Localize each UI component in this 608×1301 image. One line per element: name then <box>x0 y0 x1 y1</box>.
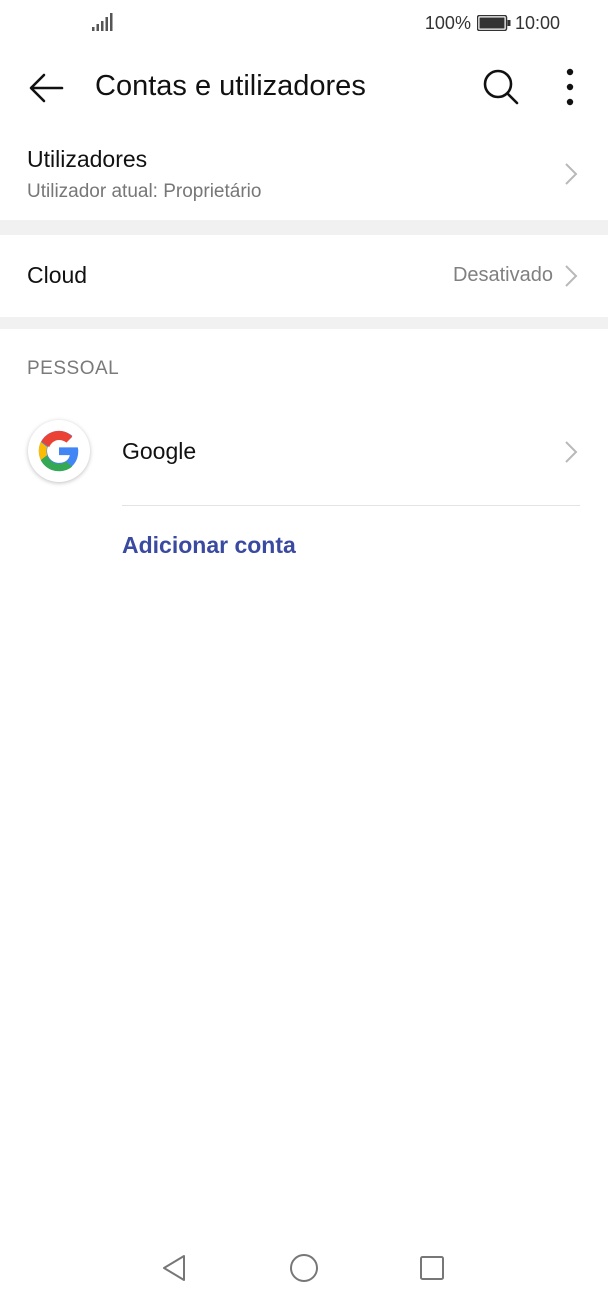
system-nav-bar <box>0 1230 608 1301</box>
section-divider <box>0 220 608 235</box>
chevron-right-icon <box>565 441 578 463</box>
users-row-subtitle: Utilizador atual: Proprietário <box>27 181 262 202</box>
cloud-row-value: Desativado <box>452 264 553 286</box>
status-bar: 100% 10:00 <box>0 0 608 46</box>
more-options-button[interactable] <box>552 64 588 110</box>
search-button[interactable] <box>478 64 524 110</box>
chevron-right-icon <box>565 265 578 287</box>
cloud-row[interactable]: Cloud Desativado <box>0 235 608 317</box>
home-circle-icon <box>290 1254 318 1282</box>
nav-recents-button[interactable] <box>412 1248 452 1288</box>
clock: 10:00 <box>514 12 560 33</box>
back-button[interactable] <box>22 66 70 110</box>
status-right: 100% 10:00 <box>425 12 560 34</box>
back-arrow-icon <box>29 73 64 103</box>
battery-icon <box>476 15 511 31</box>
add-account-button[interactable]: Adicionar conta <box>122 532 296 559</box>
app-bar: Contas e utilizadores <box>0 46 608 130</box>
google-logo-icon <box>38 430 79 472</box>
signal-icon <box>92 13 113 31</box>
back-triangle-icon <box>163 1255 185 1281</box>
more-vert-icon <box>566 68 574 106</box>
nav-back-button[interactable] <box>154 1248 194 1288</box>
account-label: Google <box>122 438 197 464</box>
cloud-row-title: Cloud <box>27 262 88 288</box>
chevron-right-icon <box>565 163 578 185</box>
users-row-title: Utilizadores <box>27 146 148 172</box>
account-row-google[interactable]: Google <box>0 410 608 504</box>
google-avatar <box>28 420 90 482</box>
nav-home-button[interactable] <box>284 1248 324 1288</box>
section-divider <box>0 317 608 329</box>
recents-square-icon <box>420 1256 444 1280</box>
list-separator <box>122 505 580 506</box>
users-row[interactable]: Utilizadores Utilizador atual: Proprietá… <box>0 130 608 220</box>
battery-percent: 100% <box>424 12 471 33</box>
search-icon <box>483 69 519 105</box>
section-header-personal: PESSOAL <box>27 358 120 379</box>
page-title: Contas e utilizadores <box>95 70 366 102</box>
